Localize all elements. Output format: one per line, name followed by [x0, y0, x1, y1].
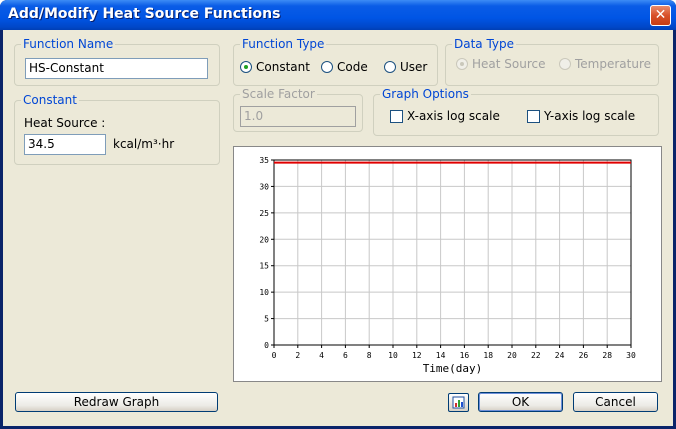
x-axis-log-checkbox[interactable]: X-axis log scale: [390, 109, 505, 125]
radio-heat-source: Heat Source: [456, 57, 551, 73]
x-axis-log-label: X-axis log scale: [407, 109, 500, 123]
x-tick-label: 2: [295, 351, 300, 360]
y-tick-label: 30: [259, 182, 269, 191]
graph-options-group: Graph Options X-axis log scale Y-axis lo…: [373, 86, 659, 136]
function-name-group: Function Name HS-Constant: [14, 36, 220, 86]
x-tick-label: 16: [460, 351, 470, 360]
x-axis-label: Time(day): [423, 362, 483, 375]
y-tick-label: 15: [259, 262, 269, 271]
radio-code-indicator[interactable]: [321, 61, 333, 73]
function-type-group: Function Type Constant Code User: [233, 36, 438, 86]
radio-user-indicator[interactable]: [384, 61, 396, 73]
heat-source-unit: kcal/m³·hr: [113, 137, 175, 151]
graph-panel: 0 2 4 6 8 10 12 14 16 18 20 22 24 26 28 30 0 5 10 15 20 25 30 3…: [233, 146, 662, 382]
heat-source-input[interactable]: 34.5: [24, 134, 106, 155]
x-tick-label: 28: [602, 351, 612, 360]
title-bar[interactable]: Add/Modify Heat Source Functions ✕: [0, 0, 676, 30]
radio-user-label: User: [400, 60, 428, 74]
y-axis-log-checkbox[interactable]: Y-axis log scale: [527, 109, 642, 125]
redraw-graph-button[interactable]: Redraw Graph: [15, 392, 218, 412]
x-tick-label: 20: [507, 351, 517, 360]
x-tick-label: 14: [436, 351, 446, 360]
radio-temperature-indicator: [559, 58, 571, 70]
radio-temperature: Temperature: [559, 57, 654, 73]
scale-factor-group: Scale Factor 1.0: [233, 86, 363, 132]
x-tick-label: 12: [412, 351, 422, 360]
x-tick-label: 24: [555, 351, 565, 360]
y-tick-label: 25: [259, 209, 269, 218]
y-tick-label: 35: [259, 156, 269, 165]
x-tick-label: 30: [626, 351, 636, 360]
data-type-legend: Data Type: [452, 36, 517, 52]
radio-constant-label: Constant: [256, 60, 310, 74]
chart-icon: [452, 396, 465, 409]
x-axis-log-box[interactable]: [390, 110, 403, 123]
y-tick-label: 0: [264, 341, 269, 350]
x-tick-label: 22: [531, 351, 541, 360]
window-title: Add/Modify Heat Source Functions: [8, 6, 281, 22]
radio-heat-source-indicator: [456, 58, 468, 70]
x-tick-label: 8: [367, 351, 372, 360]
radio-heat-source-label: Heat Source: [472, 57, 546, 71]
radio-constant-indicator[interactable]: [240, 61, 252, 73]
dialog-client-area: Function Name HS-Constant Constant Heat …: [3, 30, 673, 426]
y-tick-label: 20: [259, 235, 269, 244]
y-tick-label: 10: [259, 288, 269, 297]
x-tick-label: 26: [579, 351, 589, 360]
x-tick-label: 18: [483, 351, 493, 360]
function-name-legend: Function Name: [21, 36, 116, 52]
constant-legend: Constant: [21, 92, 79, 108]
radio-code-label: Code: [337, 60, 368, 74]
radio-user[interactable]: User: [384, 60, 434, 76]
scale-factor-input: 1.0: [240, 106, 356, 127]
constant-group: Constant Heat Source : 34.5 kcal/m³·hr: [14, 92, 220, 165]
x-tick-label: 6: [343, 351, 348, 360]
close-icon[interactable]: ✕: [650, 5, 671, 26]
radio-code[interactable]: Code: [321, 60, 376, 76]
scale-factor-legend: Scale Factor: [240, 86, 317, 102]
x-tick-label: 10: [388, 351, 398, 360]
function-type-legend: Function Type: [240, 36, 327, 52]
heat-source-chart: 0 2 4 6 8 10 12 14 16 18 20 22 24 26 28 300510152025303…: [259, 156, 636, 375]
ok-button[interactable]: OK: [478, 392, 563, 412]
cancel-button[interactable]: Cancel: [573, 392, 658, 412]
radio-temperature-label: Temperature: [575, 57, 652, 71]
plot-frame: [273, 159, 632, 346]
function-name-input[interactable]: HS-Constant: [25, 58, 208, 79]
y-tick-label: 5: [264, 315, 269, 324]
graph-options-legend: Graph Options: [380, 86, 471, 102]
chart-icon-button[interactable]: [448, 393, 469, 412]
x-tick-label: 0: [272, 351, 277, 360]
radio-constant[interactable]: Constant: [240, 60, 315, 76]
y-axis-log-label: Y-axis log scale: [544, 109, 636, 123]
y-axis-log-box[interactable]: [527, 110, 540, 123]
dialog-window: Add/Modify Heat Source Functions ✕ Funct…: [0, 0, 676, 429]
x-tick-label: 4: [319, 351, 324, 360]
heat-source-label: Heat Source :: [24, 116, 106, 130]
data-type-group: Data Type Heat Source Temperature: [445, 36, 659, 86]
